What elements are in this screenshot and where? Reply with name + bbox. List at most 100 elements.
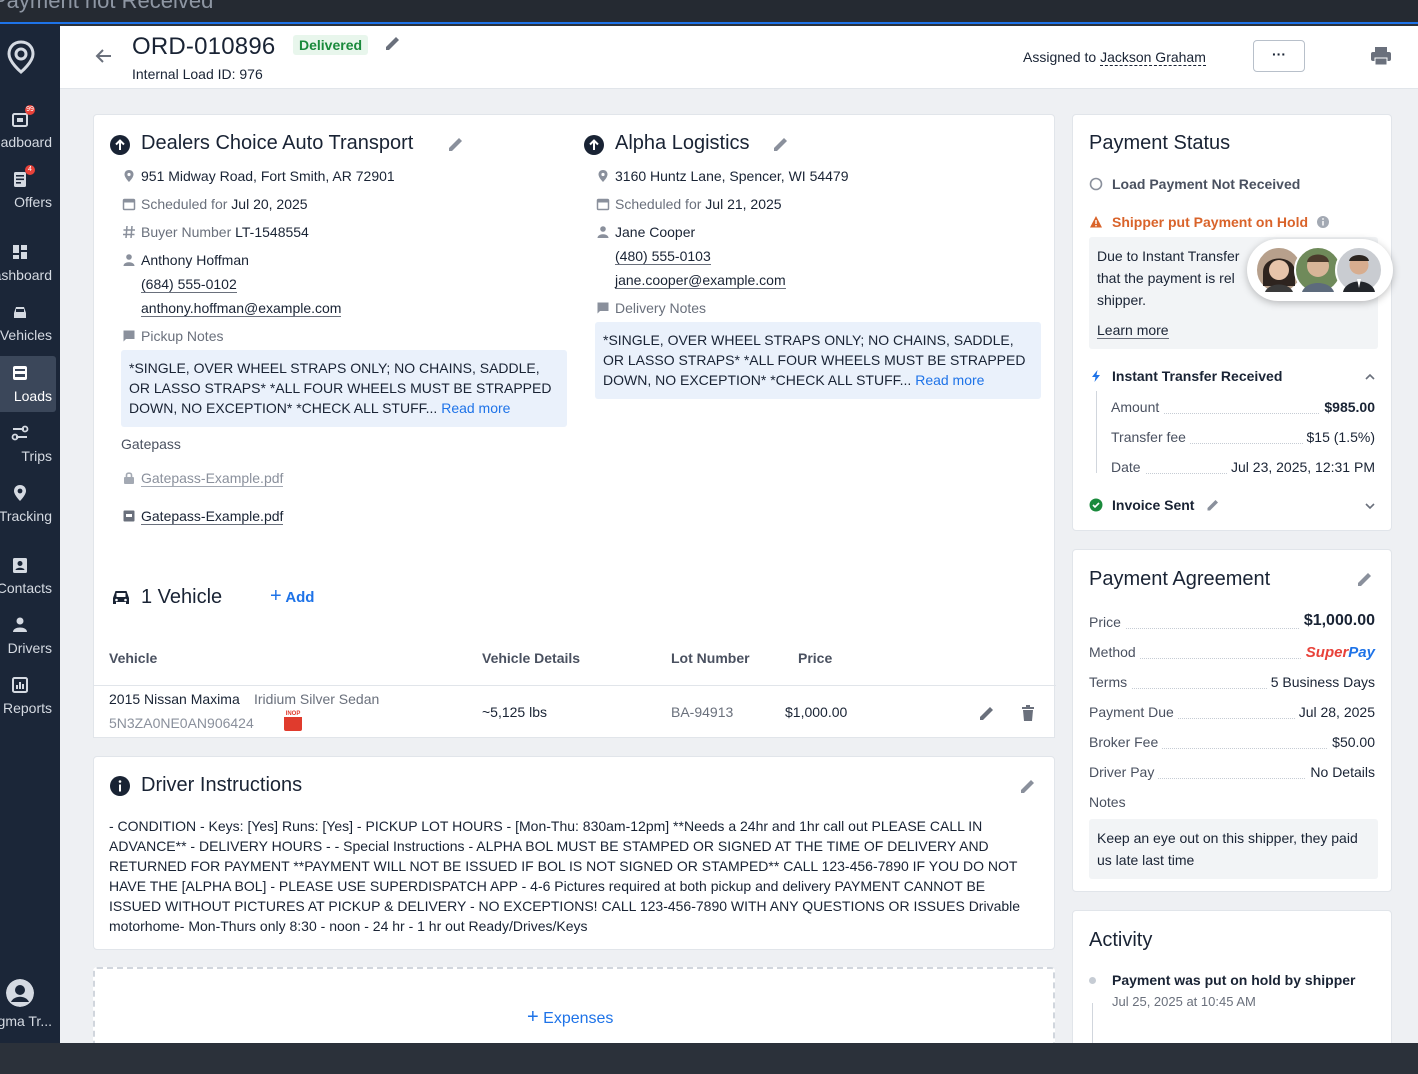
sidebar-item-offers[interactable]: 4 Offers [0,162,56,218]
fee-label: Transfer fee [1111,429,1190,445]
edit-vehicle-icon[interactable] [978,704,996,722]
sidebar-item-loads[interactable]: Loads [0,356,56,412]
method-label: Method [1089,644,1140,660]
driver-pay-value: No Details [1306,764,1375,780]
gatepass-label: Gatepass [121,436,181,452]
transfer-amount-row: Amount $985.00 [1111,399,1375,419]
hold-text-3: shipper. [1097,292,1147,308]
notification-badge: 4 [25,165,35,175]
sidebar-item-label: Tracking [0,508,52,524]
reports-icon [12,677,28,693]
delivery-phone-link[interactable]: (480) 555-0103 [615,248,711,265]
car-icon [113,591,129,604]
delivery-email[interactable]: jane.cooper@example.com [615,272,786,289]
gatepass-file-link[interactable]: Gatepass-Example.pdf [141,508,284,525]
vehicle-price: $1,000.00 [785,704,848,720]
price-label: Price [1089,614,1125,630]
sidebar-item-tracking[interactable]: Tracking [0,476,56,532]
sidebar-item-label: Loadboard [0,134,52,150]
payment-status-card: Payment Status Load Payment Not Received… [1072,114,1393,531]
method-row: Method SuperPay [1089,644,1375,664]
add-vehicle-button[interactable]: + Add [270,586,315,606]
activity-text: Payment was put on hold by shipper [1112,972,1356,988]
agreement-notes-label: Notes [1089,794,1126,810]
timeline-line [1092,1003,1093,1043]
more-options-button[interactable]: ··· [1253,40,1305,72]
buyer-prefix: Buyer Number [141,224,232,240]
sidebar-item-label: Reports [2,700,52,716]
user-menu[interactable]: Sigma Tr... [0,979,56,1039]
sidebar-item-trips[interactable]: Trips [0,416,56,472]
sidebar-item-label: Contacts [0,580,52,596]
col-lot-number: Lot Number [671,650,750,666]
payment-status-title: Payment Status [1089,132,1231,154]
vehicles-title: 1 Vehicle [141,586,223,608]
sidebar-item-vehicles[interactable]: Vehicles [0,295,56,351]
pickup-arrow-icon [110,135,130,155]
lightning-icon [1092,370,1100,382]
learn-more-link[interactable]: Learn more [1097,322,1169,339]
gatepass-locked-filename: Gatepass-Example.pdf [141,470,284,487]
status-badge: Delivered [293,35,369,55]
expenses-dropzone[interactable]: + Expenses [93,967,1055,1043]
due-value: Jul 28, 2025 [1294,704,1375,720]
vehicle-weight: ~5,125 lbs [482,704,547,720]
pickup-email-link[interactable]: anthony.hoffman@example.com [141,300,342,317]
add-vehicle-label: Add [285,589,315,606]
price-value: $1,000.00 [1299,612,1375,630]
order-header: ORD-010896 Delivered Internal Load ID: 9… [60,26,1418,89]
col-vehicle-details: Vehicle Details [482,650,581,666]
sidebar-item-drivers[interactable]: Drivers [0,608,56,664]
pickup-email[interactable]: anthony.hoffman@example.com [141,300,342,317]
delivery-date: Jul 21, 2025 [705,196,782,212]
buyer-number-value: LT-1548554 [235,224,309,240]
pickup-notes: *SINGLE, OVER WHEEL STRAPS ONLY; NO CHAI… [121,350,567,427]
date-value: Jul 23, 2025, 12:31 PM [1227,459,1375,475]
back-arrow-icon[interactable] [94,46,114,66]
calendar-icon [122,198,136,211]
sidebar-item-loadboard[interactable]: 99 Loadboard [0,102,56,158]
warning-icon [1090,216,1102,228]
delete-icon[interactable] [1019,704,1037,722]
info-icon [110,776,130,796]
chevron-down-icon[interactable] [1363,499,1377,513]
assigned-user-link[interactable]: Jackson Graham [1100,49,1206,66]
delivery-arrow-icon [584,135,604,155]
pickup-name: Dealers Choice Auto Transport [141,132,414,154]
location-icon [124,170,134,182]
print-icon[interactable] [1370,46,1392,66]
delivery-phone[interactable]: (480) 555-0103 [615,248,711,265]
edit-instructions-icon[interactable] [1019,777,1037,795]
sidebar-item-contacts[interactable]: Contacts [0,548,56,604]
delivery-name: Alpha Logistics [615,132,750,154]
edit-order-icon[interactable] [384,34,402,52]
chevron-up-icon[interactable] [1363,370,1377,384]
edit-delivery-icon[interactable] [772,135,790,153]
pickup-notes-label: Pickup Notes [141,328,224,344]
pickup-phone-link[interactable]: (684) 555-0102 [141,276,237,293]
gatepass-filename[interactable]: Gatepass-Example.pdf [141,508,284,525]
hold-text-2: that the payment is rel [1097,270,1235,286]
sidebar-item-reports[interactable]: Reports [0,668,56,724]
location-icon [598,170,608,182]
sidebar-item-dashboard[interactable]: Dashboard [0,235,56,291]
edit-pickup-icon[interactable] [447,135,465,153]
hash-icon [123,225,135,239]
driver-pay-label: Driver Pay [1089,764,1159,780]
pickup-read-more-link[interactable]: Read more [441,400,510,416]
driver-instructions-title: Driver Instructions [141,774,303,796]
calendar-icon [596,198,610,211]
help-icon[interactable] [1316,215,1330,229]
pickup-contact-name: Anthony Hoffman [141,252,249,268]
edit-invoice-icon[interactable] [1206,498,1220,512]
delivery-schedule: Scheduled for Jul 21, 2025 [615,196,782,212]
delivery-read-more-link[interactable]: Read more [915,372,984,388]
logo-icon[interactable] [6,40,36,74]
collaborators-avatars[interactable] [1247,239,1393,301]
delivery-notes: *SINGLE, OVER WHEEL STRAPS ONLY; NO CHAI… [595,322,1041,399]
delivery-email-link[interactable]: jane.cooper@example.com [615,272,786,289]
edit-agreement-icon[interactable] [1356,570,1374,588]
add-expenses-button[interactable]: + Expenses [527,1007,613,1028]
broker-fee-row: Broker Fee $50.00 [1089,734,1375,754]
pickup-phone[interactable]: (684) 555-0102 [141,276,237,293]
